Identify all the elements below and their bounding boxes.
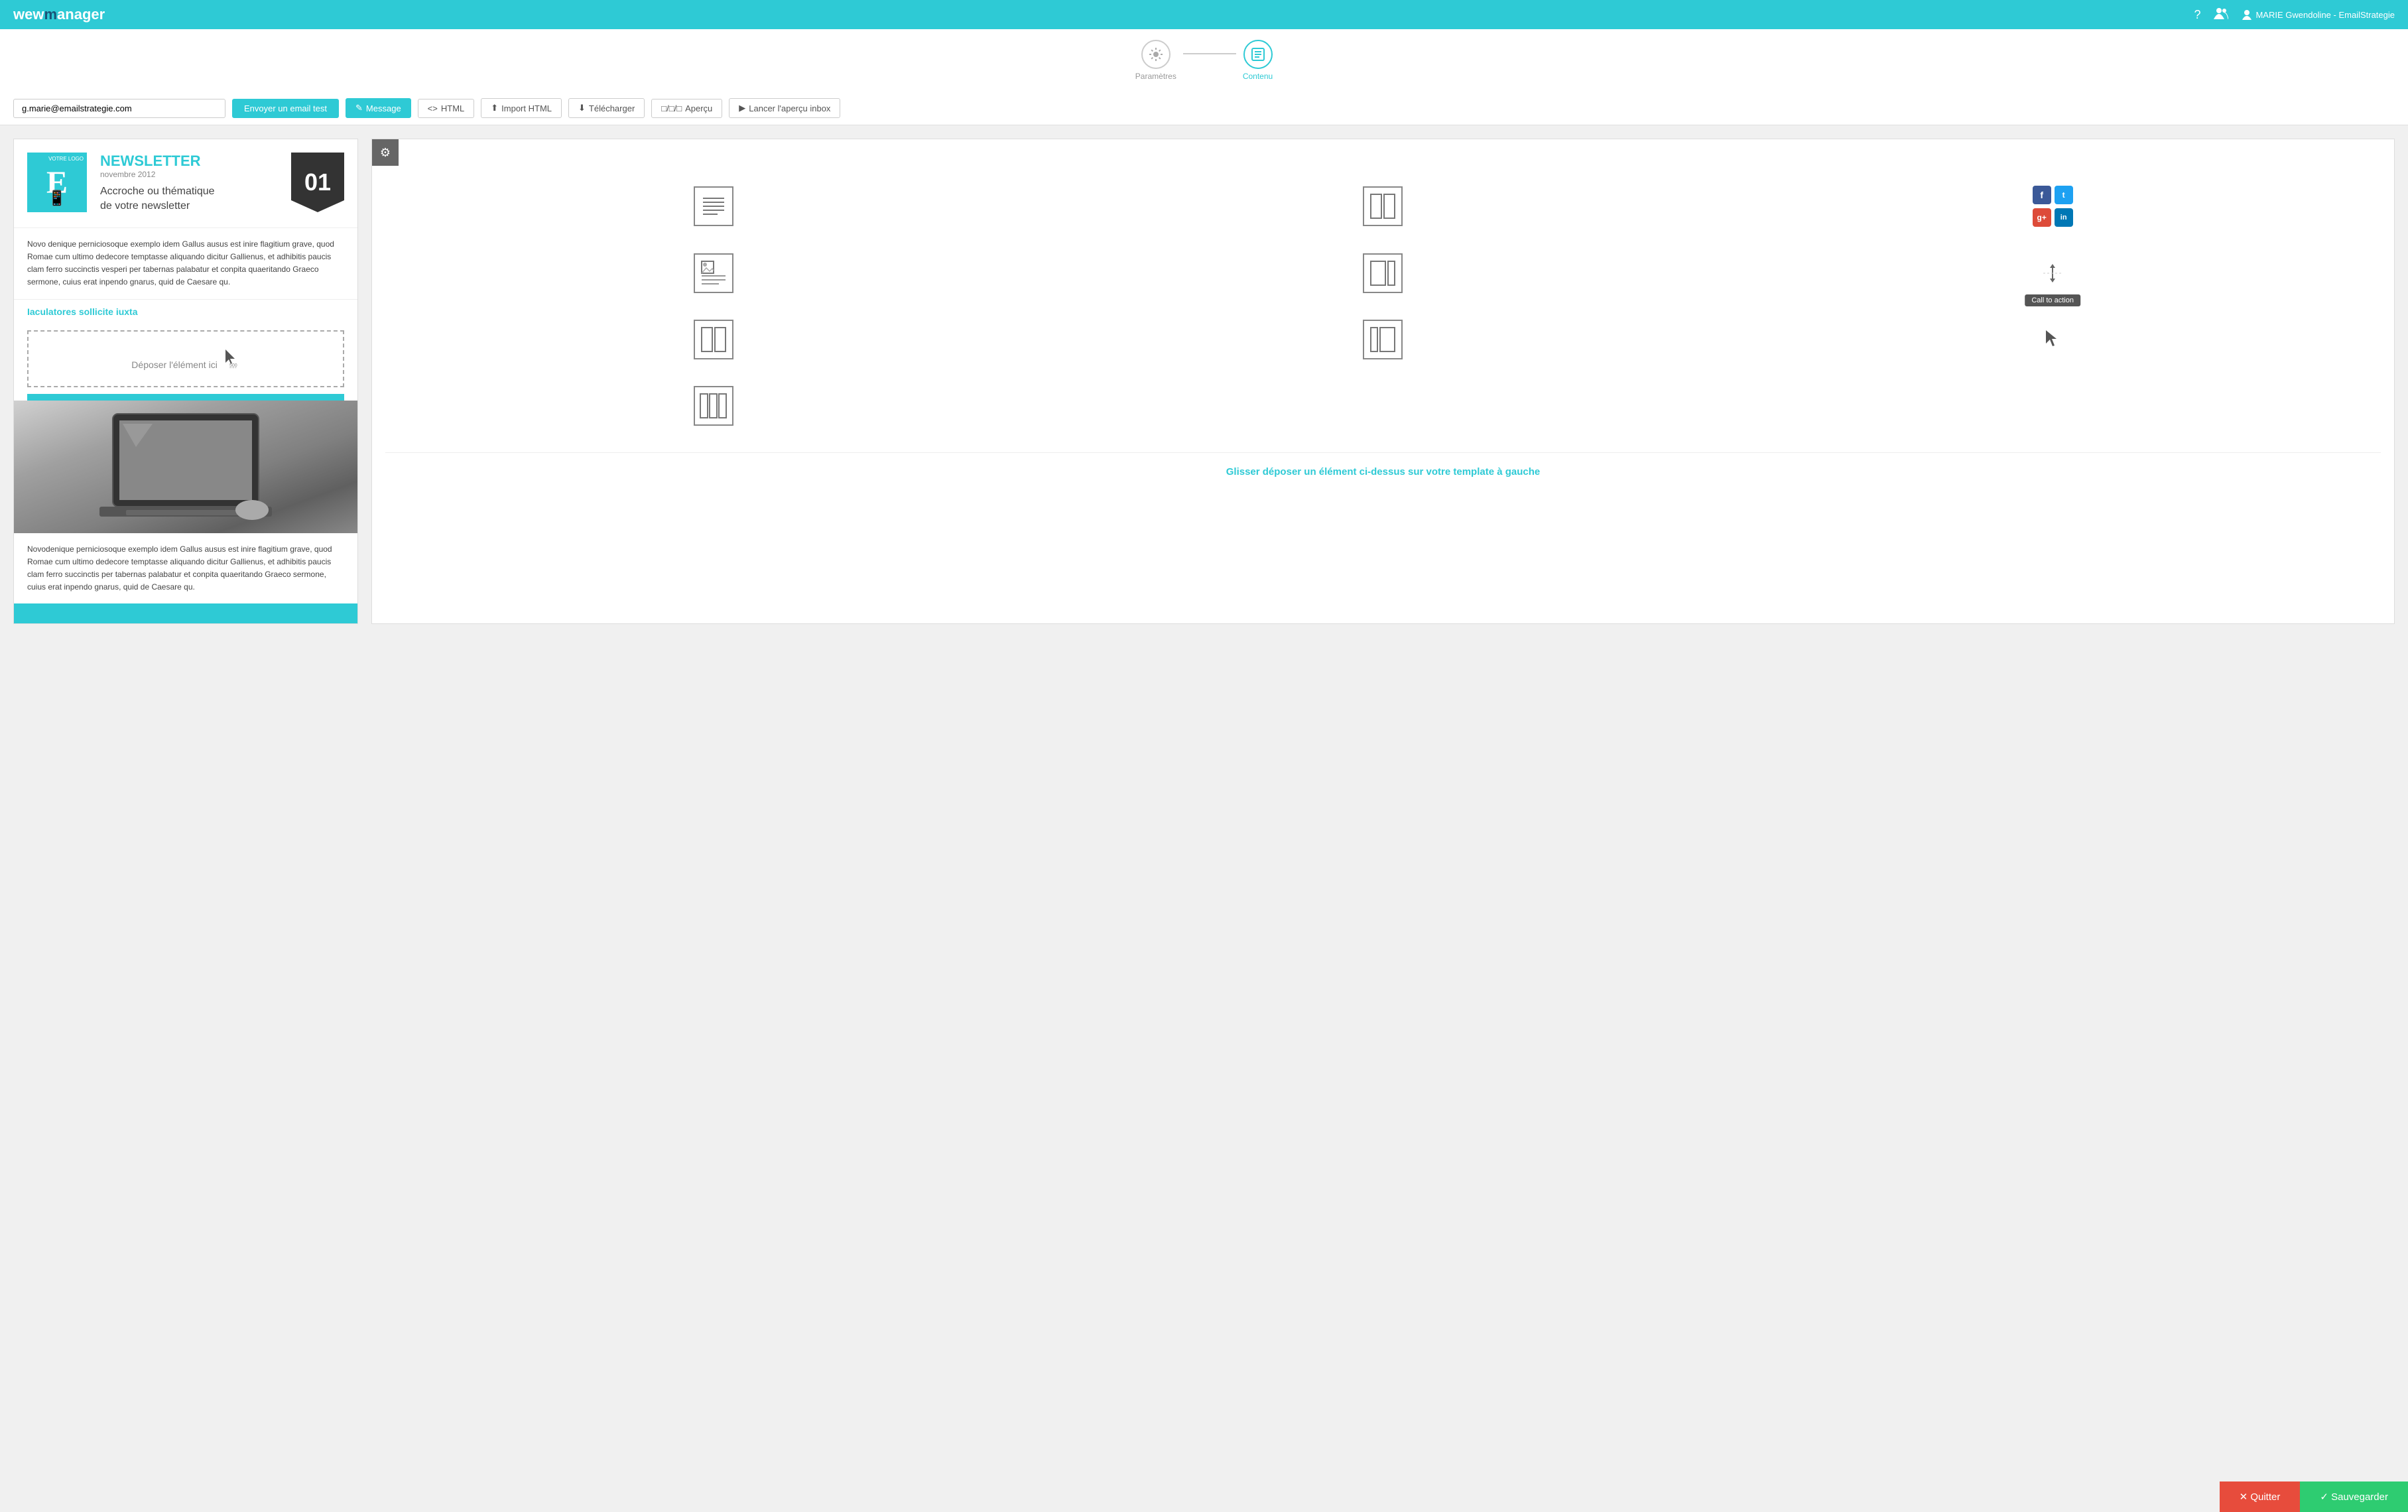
element-two-col-left[interactable] <box>1055 247 1712 300</box>
email-footer <box>14 603 357 623</box>
step-label-contenu: Contenu <box>1243 72 1273 81</box>
top-navigation: wewmanager ? MARIE Gwendoline - EmailStr… <box>0 0 2408 29</box>
gear-icon: ⚙ <box>380 146 391 160</box>
tab-apercu[interactable]: □/□/□ Aperçu <box>651 99 722 118</box>
tab-import-html[interactable]: ⬆ Import HTML <box>481 98 562 118</box>
logo: wewmanager <box>13 6 105 23</box>
element-grid: f t g+ in <box>385 179 2381 432</box>
main-content: E VOTRE LOGO 📱 NEWSLETTER novembre 2012 … <box>0 125 2408 637</box>
cta-bar <box>27 394 344 401</box>
drop-zone-label: Déposer l'élément ici <box>131 359 218 370</box>
step-connector <box>1183 53 1236 54</box>
text-block-icon <box>694 186 733 226</box>
email-link[interactable]: Iaculatores sollicite iuxta <box>14 300 357 324</box>
step-circle-contenu <box>1243 40 1273 69</box>
element-social[interactable]: f t g+ in <box>1724 179 2381 233</box>
newsletter-number: 01 <box>291 153 344 212</box>
tab-lancer-apercu[interactable]: ▶ Lancer l'aperçu inbox <box>729 98 840 118</box>
user-name: MARIE Gwendoline - EmailStrategie <box>2255 10 2395 20</box>
preview-icon: □/□/□ <box>661 103 682 113</box>
nav-right: ? MARIE Gwendoline - EmailStrategie <box>2194 7 2395 23</box>
element-image-text[interactable] <box>385 247 1042 300</box>
email-test-input[interactable] <box>13 99 225 118</box>
step-circle-parametres <box>1141 40 1171 69</box>
save-button[interactable]: ✓ Sauvegarder <box>2300 1481 2408 1512</box>
two-col-equal-icon <box>694 320 733 359</box>
toolbar: Envoyer un email test ✎ Message <> HTML … <box>0 92 2408 125</box>
element-two-col-right[interactable] <box>1055 179 1712 233</box>
three-col-icon <box>694 386 733 426</box>
email-header: E VOTRE LOGO 📱 NEWSLETTER novembre 2012 … <box>14 139 357 228</box>
step-label-parametres: Paramètres <box>1135 72 1176 81</box>
laptop-image <box>14 401 357 533</box>
step-contenu[interactable]: Contenu <box>1243 40 1273 81</box>
html-icon: <> <box>428 103 438 113</box>
tab-message[interactable]: ✎ Message <box>346 98 411 118</box>
panel-content: f t g+ in <box>372 166 2394 504</box>
google-icon: g+ <box>2033 208 2051 227</box>
linkedin-icon: in <box>2055 208 2073 227</box>
cursor-icon: 500 521 <box>220 348 240 373</box>
element-cta[interactable]: Call to action <box>1724 313 2381 366</box>
cta-tooltip: Call to action <box>2025 294 2080 306</box>
two-col-right-icon <box>1363 186 1403 226</box>
two-col-right2-icon <box>1363 320 1403 359</box>
tab-html[interactable]: <> HTML <box>418 99 475 118</box>
email-title-area: NEWSLETTER novembre 2012 Accroche ou thé… <box>100 153 278 214</box>
drag-hint: Glisser déposer un élément ci-dessus sur… <box>385 452 2381 491</box>
resize-icon <box>2041 261 2064 285</box>
twitter-icon: t <box>2055 186 2073 204</box>
step-bar: Paramètres Contenu <box>0 29 2408 92</box>
two-col-left-icon <box>1363 253 1403 293</box>
email-body-text2: Novodenique perniciosoque exemplo idem G… <box>14 533 357 604</box>
upload-icon: ⬆ <box>491 103 498 113</box>
user-info: MARIE Gwendoline - EmailStrategie <box>2242 9 2395 20</box>
cta-icon-visual <box>2041 328 2064 351</box>
email-preview: E VOTRE LOGO 📱 NEWSLETTER novembre 2012 … <box>13 139 358 624</box>
svg-text:521: 521 <box>229 367 237 368</box>
bottom-bar: ✕ Quitter ✓ Sauvegarder <box>2220 1481 2408 1512</box>
right-panel: ⚙ <box>371 139 2395 624</box>
newsletter-tagline: Accroche ou thématique de votre newslett… <box>100 184 278 214</box>
email-body-text: Novo denique perniciosoque exemplo idem … <box>14 228 357 300</box>
logo-bottom-icon: 📱 <box>48 190 66 207</box>
newsletter-date: novembre 2012 <box>100 170 278 179</box>
laptop-visual <box>14 401 357 533</box>
email-logo: E VOTRE LOGO 📱 <box>27 153 87 212</box>
quit-button[interactable]: ✕ Quitter <box>2220 1481 2301 1512</box>
image-text-icon <box>694 253 733 293</box>
send-test-button[interactable]: Envoyer un email test <box>232 99 339 118</box>
drop-zone[interactable]: Déposer l'élément ici 500 521 <box>27 330 344 387</box>
logo-sub-text: VOTRE LOGO <box>48 156 84 162</box>
help-icon[interactable]: ? <box>2194 8 2200 22</box>
element-resize[interactable] <box>1724 247 2381 300</box>
tab-telecharger[interactable]: ⬇ Télécharger <box>568 98 645 118</box>
download-icon: ⬇ <box>578 103 586 113</box>
message-icon: ✎ <box>355 103 363 113</box>
newsletter-title: NEWSLETTER <box>100 153 278 170</box>
element-two-col-right2[interactable] <box>1055 313 1712 366</box>
facebook-icon: f <box>2033 186 2051 204</box>
element-three-col[interactable] <box>385 379 1042 432</box>
element-two-col-equal[interactable] <box>385 313 1042 366</box>
step-parametres[interactable]: Paramètres <box>1135 40 1176 81</box>
element-text-block[interactable] <box>385 179 1042 233</box>
play-icon: ▶ <box>739 103 745 113</box>
panel-gear-button[interactable]: ⚙ <box>372 139 399 166</box>
users-icon[interactable] <box>2214 7 2228 23</box>
